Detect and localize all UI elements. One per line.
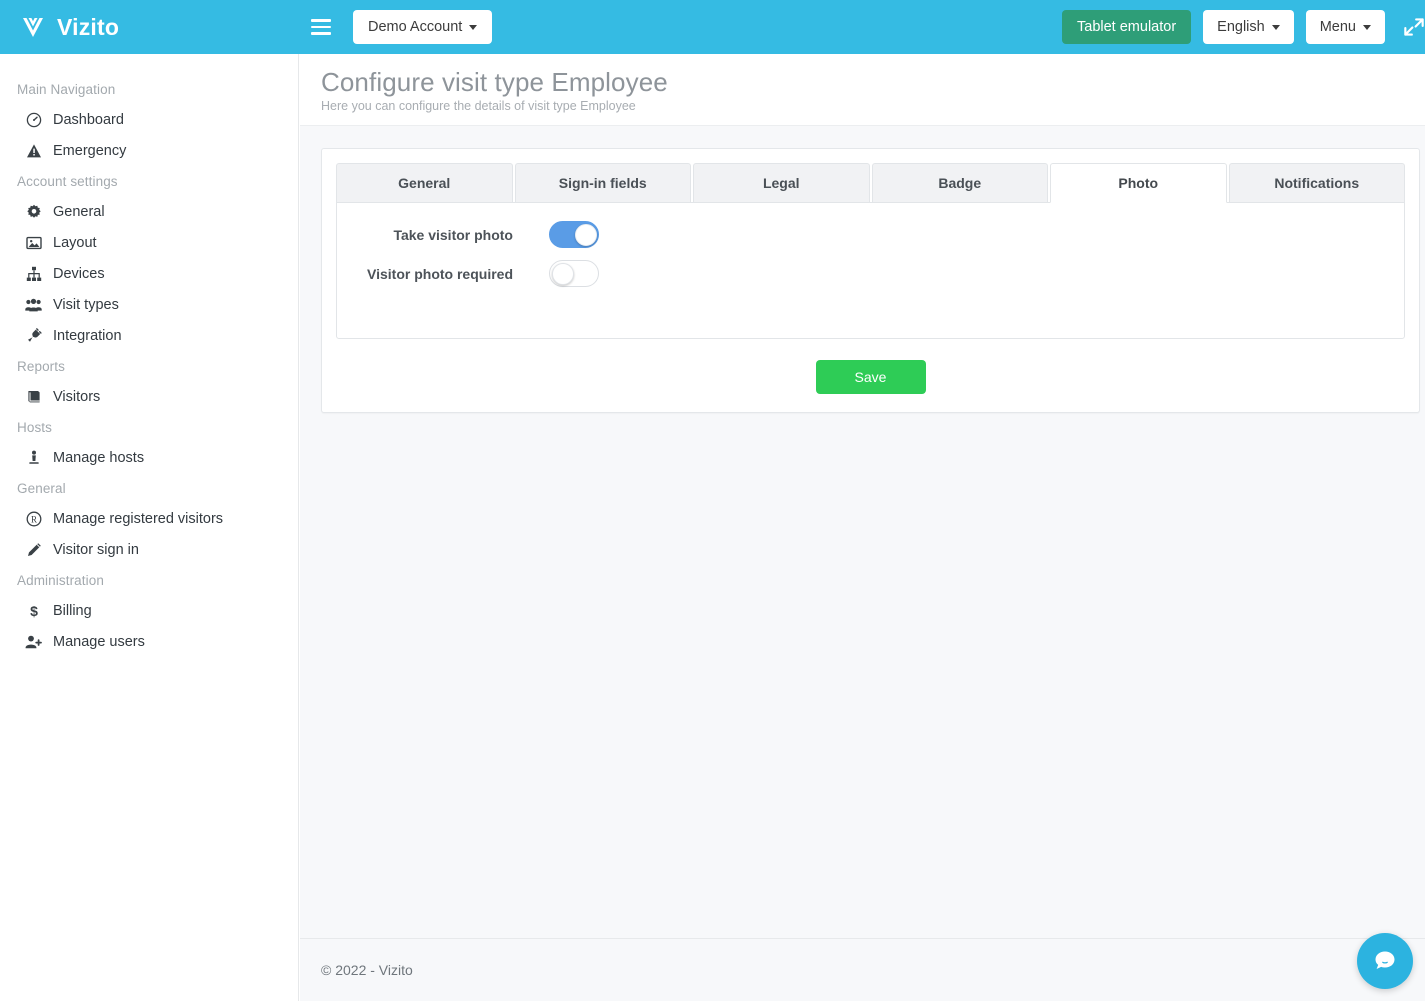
chevron-down-icon — [1271, 24, 1280, 30]
header-actions: Tablet emulator English Menu — [1062, 10, 1425, 44]
vizito-logo-icon — [23, 18, 43, 37]
toggle-knob — [551, 262, 574, 285]
hamburger-icon[interactable] — [311, 0, 333, 54]
chat-bubble-icon — [1375, 951, 1395, 969]
top-header-bar: Vizito Demo Account Tablet emulator Engl… — [0, 0, 1425, 54]
sidebar-item-label: Integration — [53, 327, 122, 344]
sidebar-item-visitors[interactable]: Visitors — [0, 381, 298, 412]
book-icon — [25, 388, 42, 405]
take-visitor-photo-label: Take visitor photo — [393, 226, 513, 243]
sidebar-item-dashboard[interactable]: Dashboard — [0, 104, 298, 135]
tab-label: Legal — [762, 175, 800, 191]
sidebar-item-label: Devices — [53, 265, 105, 282]
page-header: Configure visit type Employee Here you c… — [300, 54, 1425, 126]
page-title: Configure visit type Employee — [321, 67, 668, 97]
form-row-take-visitor-photo: Take visitor photo — [337, 221, 1404, 248]
tab-notifications[interactable]: Notifications — [1228, 163, 1405, 203]
language-label: English — [1217, 19, 1265, 35]
host-person-icon — [25, 449, 42, 466]
visitor-photo-required-label: Visitor photo required — [367, 265, 513, 282]
sidebar-item-manage-registered-visitors[interactable]: R Manage registered visitors — [0, 503, 298, 534]
registered-r-icon: R — [25, 510, 42, 527]
tab-bar: General Sign-in fields Legal Badge Photo… — [336, 163, 1405, 203]
users-group-icon — [25, 296, 42, 313]
tab-label: Photo — [1118, 175, 1159, 191]
tab-label: Badge — [938, 175, 982, 191]
tab-badge[interactable]: Badge — [871, 163, 1048, 203]
account-switcher-button[interactable]: Demo Account — [353, 10, 493, 44]
dollar-icon: $ — [25, 602, 42, 619]
page-subtitle: Here you can configure the details of vi… — [321, 99, 636, 114]
tab-sign-in-fields[interactable]: Sign-in fields — [514, 163, 691, 203]
sidebar-section-title: Hosts — [17, 420, 53, 435]
sidebar-item-manage-users[interactable]: Manage users — [0, 626, 298, 657]
take-visitor-photo-toggle[interactable] — [549, 221, 599, 248]
image-icon — [25, 234, 42, 251]
sidebar-item-label: Visitors — [53, 388, 101, 405]
dashboard-gauge-icon — [25, 111, 42, 128]
photo-tab-panel: Take visitor photo Visitor photo require… — [336, 202, 1405, 339]
chevron-down-icon — [1363, 24, 1371, 30]
warning-triangle-icon — [25, 142, 42, 159]
tab-label: Notifications — [1274, 175, 1360, 191]
sidebar-item-label: Visit types — [53, 296, 119, 313]
settings-card: General Sign-in fields Legal Badge Photo… — [321, 148, 1420, 413]
sidebar-navigation: Main Navigation Dashboard Emergency Acco… — [0, 54, 299, 1001]
sidebar-section-title: General — [17, 481, 66, 496]
sidebar-item-visit-types[interactable]: Visit types — [0, 289, 298, 320]
sidebar-item-label: Manage registered visitors — [53, 510, 224, 527]
gear-icon — [25, 203, 42, 220]
sidebar-section-title: Reports — [17, 359, 65, 374]
sidebar-item-billing[interactable]: $ Billing — [0, 595, 298, 626]
brand-name: Vizito — [57, 13, 120, 40]
sidebar-section-title: Account settings — [17, 174, 118, 189]
sidebar-item-layout[interactable]: Layout — [0, 227, 298, 258]
toggle-knob — [574, 223, 597, 246]
sidebar-section-title: Administration — [17, 573, 104, 588]
main-content: Configure visit type Employee Here you c… — [300, 54, 1425, 938]
account-switcher-label: Demo Account — [368, 19, 463, 35]
tablet-emulator-button[interactable]: Tablet emulator — [1062, 10, 1192, 44]
tablet-emulator-label: Tablet emulator — [1077, 19, 1177, 35]
sitemap-icon — [25, 265, 42, 282]
menu-button[interactable]: Menu — [1305, 10, 1385, 44]
sidebar-item-general[interactable]: General — [0, 196, 298, 227]
sidebar-item-visitor-sign-in[interactable]: Visitor sign in — [0, 534, 298, 565]
svg-text:$: $ — [30, 603, 38, 619]
footer: © 2022 - Vizito — [300, 938, 1425, 1001]
sidebar-item-manage-hosts[interactable]: Manage hosts — [0, 442, 298, 473]
sidebar-item-label: Manage users — [53, 633, 145, 650]
sidebar-item-label: Billing — [53, 602, 92, 619]
form-row-visitor-photo-required: Visitor photo required — [337, 260, 1404, 287]
sidebar-item-label: Emergency — [53, 142, 127, 159]
sidebar-item-label: Manage hosts — [53, 449, 145, 466]
save-button[interactable]: Save — [815, 360, 926, 394]
sidebar-section-title: Main Navigation — [17, 82, 116, 97]
svg-text:R: R — [30, 514, 36, 524]
expand-fullscreen-icon[interactable] — [1401, 14, 1425, 40]
sidebar-item-devices[interactable]: Devices — [0, 258, 298, 289]
sidebar-item-label: General — [53, 203, 105, 220]
tab-legal[interactable]: Legal — [693, 163, 870, 203]
copyright-text: © 2022 - Vizito — [321, 962, 413, 978]
sidebar-item-label: Dashboard — [53, 111, 124, 128]
sidebar-item-integration[interactable]: Integration — [0, 320, 298, 351]
plug-icon — [25, 327, 42, 344]
visitor-photo-required-toggle[interactable] — [549, 260, 599, 287]
sidebar-item-emergency[interactable]: Emergency — [0, 135, 298, 166]
chevron-down-icon — [469, 24, 478, 30]
sidebar-item-label: Visitor sign in — [53, 541, 139, 558]
tab-general[interactable]: General — [336, 163, 513, 203]
tab-photo[interactable]: Photo — [1050, 163, 1227, 203]
tab-label: Sign-in fields — [558, 175, 647, 191]
pencil-icon — [25, 541, 42, 558]
tab-label: General — [398, 175, 451, 191]
language-select-button[interactable]: English — [1203, 10, 1294, 44]
user-plus-icon — [25, 633, 42, 650]
chat-widget-button[interactable] — [1357, 933, 1413, 989]
menu-label: Menu — [1319, 19, 1356, 35]
brand-logo[interactable]: Vizito — [0, 0, 299, 54]
form-actions: Save — [336, 339, 1405, 394]
sidebar-item-label: Layout — [53, 234, 97, 251]
